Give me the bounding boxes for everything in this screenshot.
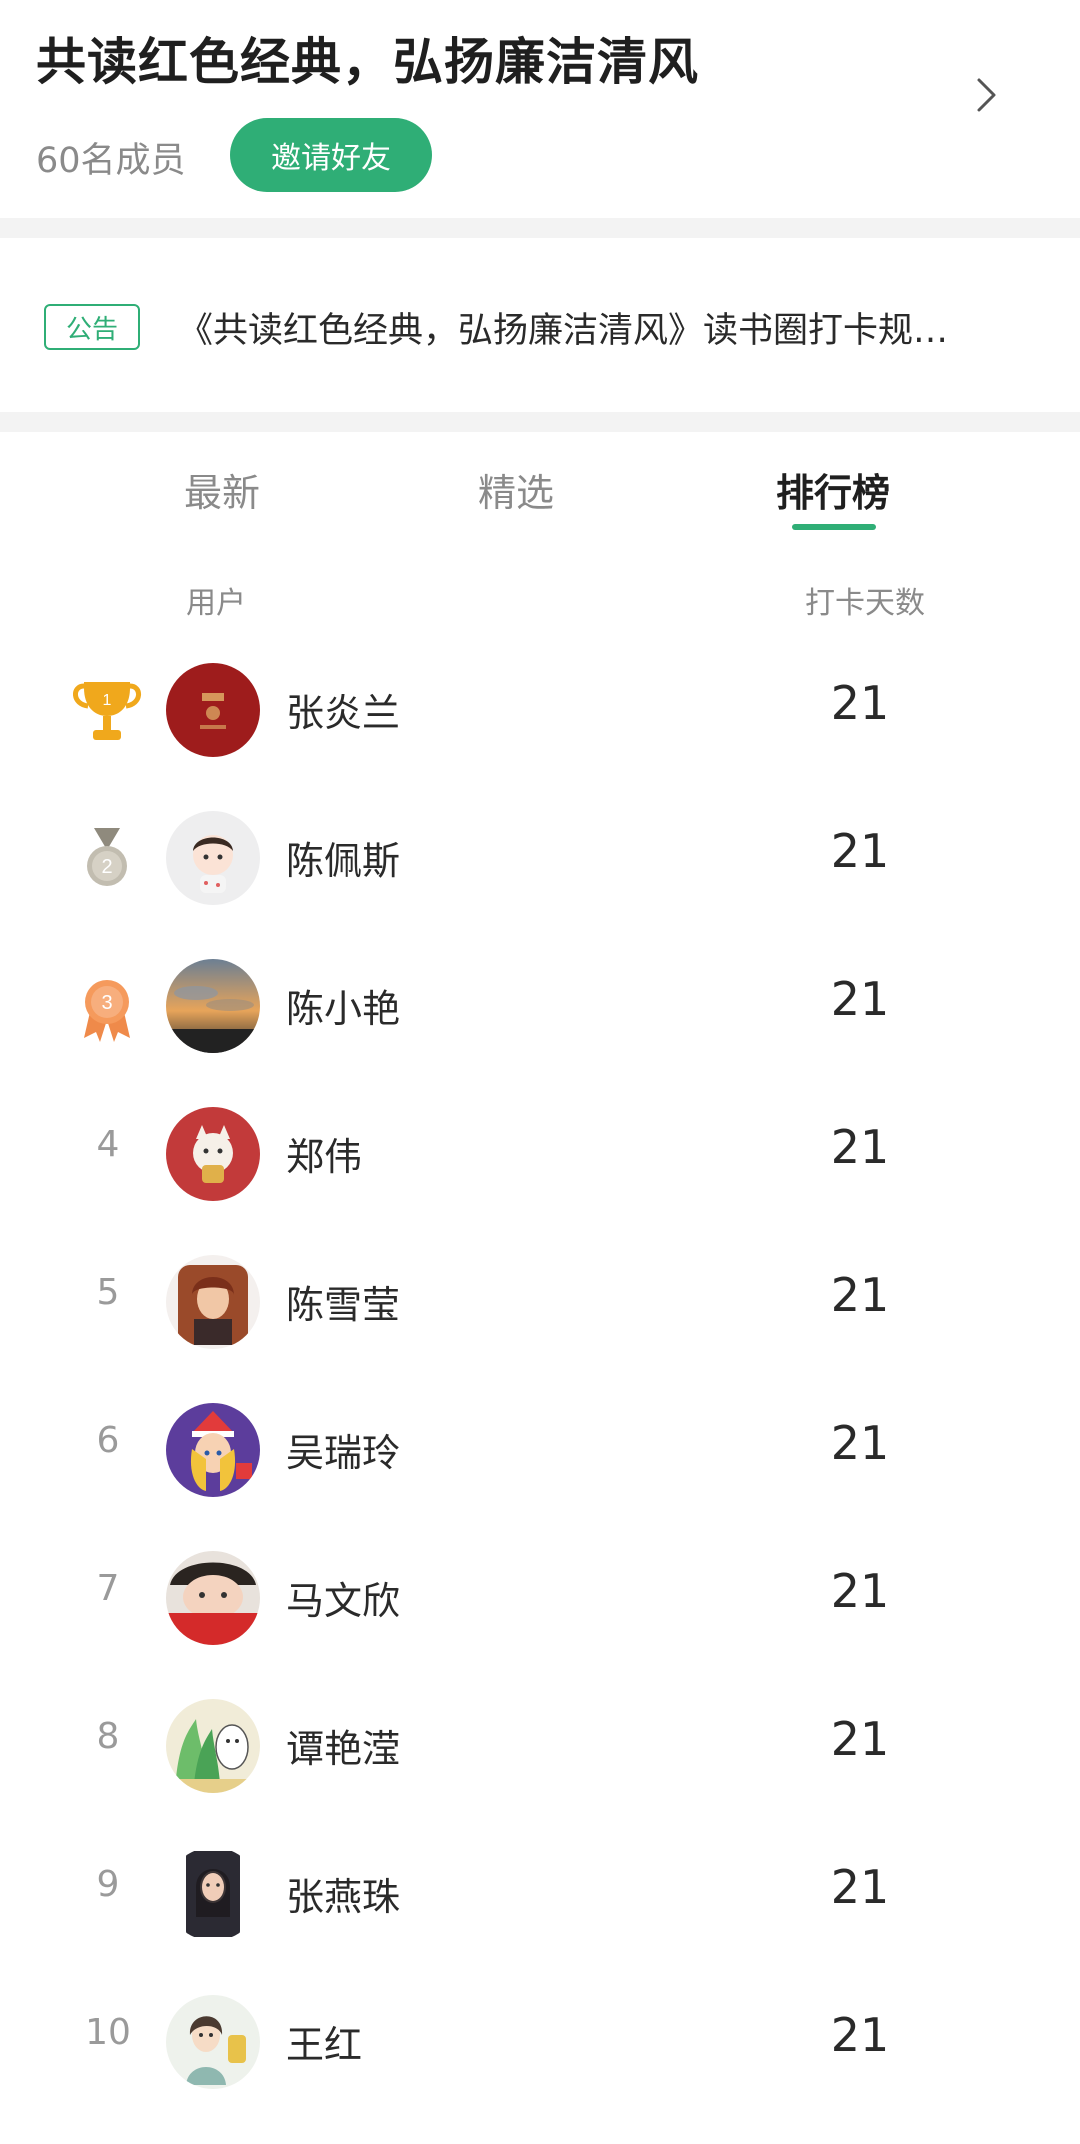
section-divider [0,218,1080,238]
rank-number: 10 [85,2012,131,2053]
leaderboard-row[interactable]: 10 王红 21 [0,1968,1080,2116]
user-name[interactable]: 陈小艳 [286,978,400,1033]
tab-latest[interactable]: 最新 [184,462,260,517]
avatar[interactable] [166,1107,260,1201]
user-name[interactable]: 吴瑞玲 [286,1422,400,1477]
leaderboard-row[interactable]: 9 张燕珠 21 [0,1820,1080,1968]
rank-number: 7 [96,1568,120,1609]
user-name[interactable]: 张燕珠 [286,1866,400,1921]
checkin-days: 21 [830,2008,890,2062]
member-count[interactable]: 60名成员 [36,132,186,183]
tab-leaderboard[interactable]: 排行榜 [776,462,890,517]
avatar[interactable] [166,1551,260,1645]
rank-number: 2 [101,856,112,878]
user-name[interactable]: 谭艳滢 [286,1718,400,1773]
avatar[interactable] [166,1847,260,1941]
avatar[interactable] [166,811,260,905]
user-name[interactable]: 陈雪莹 [286,1274,400,1329]
user-name[interactable]: 郑伟 [286,1126,362,1181]
leaderboard-row[interactable]: 2 陈佩斯 21 [0,784,1080,932]
gold-trophy-icon: 1 [73,682,141,740]
circle-title: 共读红色经典，弘扬廉洁清风 [36,33,699,91]
rank-number: 9 [96,1864,120,1905]
leaderboard-row[interactable]: 1 张炎兰 21 [0,636,1080,784]
checkin-days: 21 [830,676,890,730]
user-name[interactable]: 陈佩斯 [286,830,400,885]
avatar[interactable] [166,959,260,1053]
section-divider [0,412,1080,432]
circle-header[interactable]: 共读红色经典，弘扬廉洁清风 60名成员 邀请好友 [0,0,1080,218]
invite-friends-button[interactable]: 邀请好友 [230,118,432,192]
avatar[interactable] [166,1995,260,2089]
user-name[interactable]: 王红 [286,2014,362,2069]
avatar[interactable] [166,1699,260,1793]
avatar[interactable] [166,663,260,757]
leaderboard-row[interactable]: 5 陈雪莹 21 [0,1228,1080,1376]
avatar[interactable] [166,1255,260,1349]
column-header-user: 用户 [186,586,246,621]
tab-bar: 最新 精选 排行榜 [0,432,1080,542]
notice-text[interactable]: 《共读红色经典，弘扬廉洁清风》读书圈打卡规… [178,302,1038,353]
checkin-days: 21 [830,972,890,1026]
silver-medal-icon: 2 [87,828,127,886]
checkin-days: 21 [830,1860,890,1914]
checkin-days: 21 [830,1416,890,1470]
rank-number: 4 [96,1124,120,1165]
rank-number: 3 [101,992,112,1014]
checkin-days: 21 [830,1564,890,1618]
leaderboard-row[interactable]: 3 陈小艳 21 [0,932,1080,1080]
user-name[interactable]: 马文欣 [286,1570,400,1625]
rank-number: 1 [103,692,112,709]
leaderboard-row[interactable]: 6 吴瑞玲 21 [0,1376,1080,1524]
checkin-days: 21 [830,824,890,878]
tab-featured[interactable]: 精选 [478,462,554,517]
checkin-days: 21 [830,1268,890,1322]
avatar[interactable] [166,1403,260,1497]
checkin-days: 21 [830,1120,890,1174]
checkin-days: 21 [830,1712,890,1766]
leaderboard-row[interactable]: 4 郑伟 21 [0,1080,1080,1228]
leaderboard-row[interactable]: 8 谭艳滢 21 [0,1672,1080,1820]
column-header-checkin-days: 打卡天数 [805,586,925,621]
rank-number: 6 [96,1420,120,1461]
chevron-right-icon[interactable] [965,74,1007,116]
user-name[interactable]: 张炎兰 [286,682,400,737]
bronze-medal-icon: 3 [84,980,130,1042]
active-tab-indicator [792,524,876,530]
notice-bar[interactable]: 公告 《共读红色经典，弘扬廉洁清风》读书圈打卡规… [0,238,1080,412]
leaderboard-row[interactable]: 7 马文欣 21 [0,1524,1080,1672]
rank-number: 5 [96,1272,120,1313]
rank-number: 8 [96,1716,120,1757]
notice-tag: 公告 [44,304,140,350]
